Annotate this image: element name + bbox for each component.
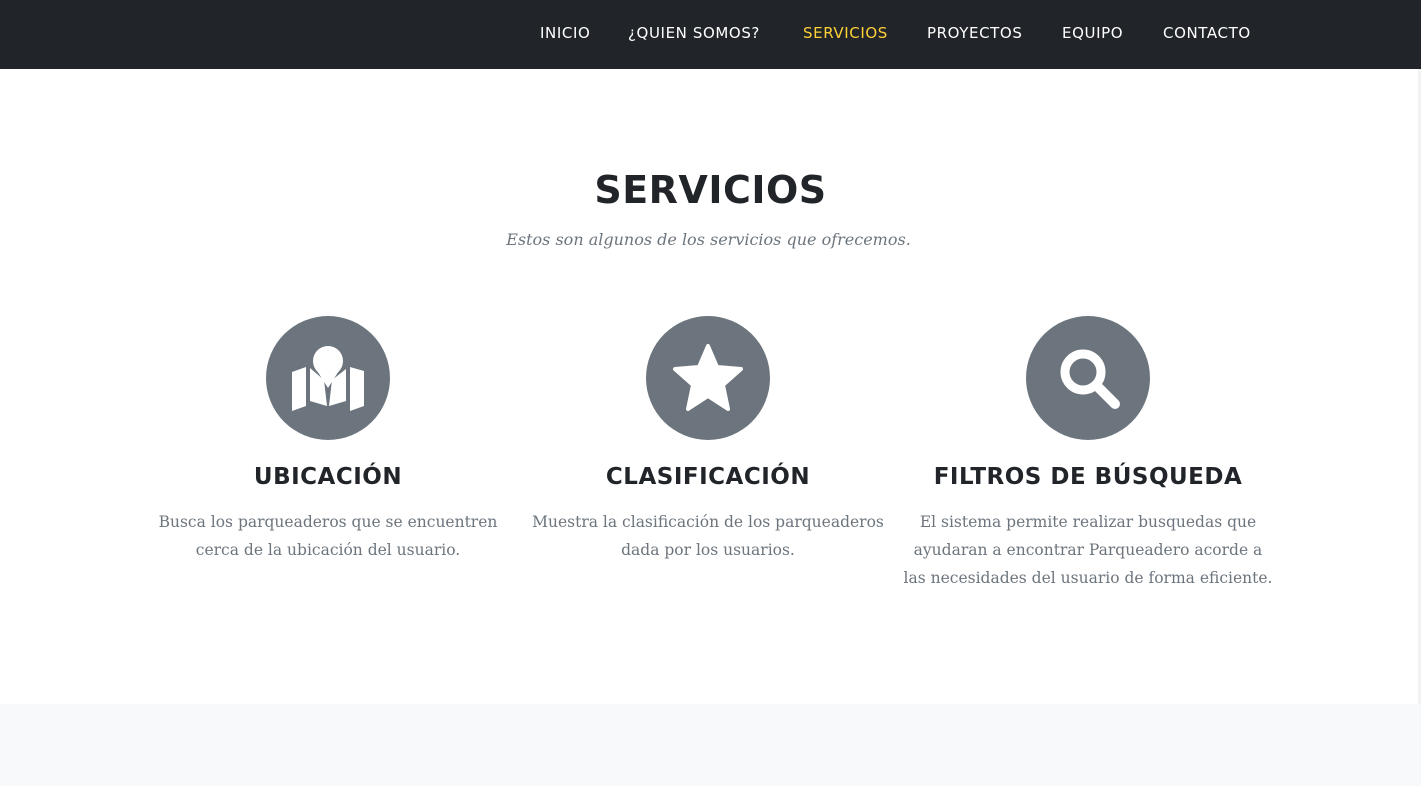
nav-link-inicio[interactable]: INICIO: [540, 24, 590, 42]
map-marker-icon: [266, 316, 390, 440]
description-line: ayudaran a encontrar Parqueadero acorde …: [913, 541, 1263, 559]
description-line: dada por los usuarios.: [621, 541, 795, 559]
star-icon: [646, 316, 770, 440]
service-title: FILTROS DE BÚSQUEDA: [933, 464, 1243, 490]
description-line: El sistema permite realizar busquedas qu…: [919, 513, 1257, 531]
service-title: CLASIFICACIÓN: [605, 464, 811, 490]
description-line: las necesidades del usuario de forma efi…: [903, 569, 1273, 587]
service-description: Muestra la clasificación de los parquead…: [518, 508, 898, 564]
section-subtitle: Estos son algunos de los servicios que o…: [506, 230, 911, 249]
description-line: cerca de la ubicación del usuario.: [195, 541, 461, 559]
nav-link-quien-somos[interactable]: ¿QUIEN SOMOS?: [628, 24, 760, 42]
section-title: SERVICIOS: [594, 168, 827, 212]
service-description: El sistema permite realizar busquedas qu…: [898, 508, 1278, 592]
description-line: Muestra la clasificación de los parquead…: [532, 513, 884, 531]
next-section: [0, 704, 1421, 786]
search-icon: [1026, 316, 1150, 440]
service-title: UBICACIÓN: [253, 464, 403, 490]
description-line: Busca los parqueaderos que se encuentren: [158, 513, 498, 531]
nav-link-proyectos[interactable]: PROYECTOS: [927, 24, 1022, 42]
service-description: Busca los parqueaderos que se encuentren…: [138, 508, 518, 564]
nav-link-servicios[interactable]: SERVICIOS: [803, 24, 888, 42]
nav-link-contacto[interactable]: CONTACTO: [1163, 24, 1251, 42]
nav-link-equipo[interactable]: EQUIPO: [1062, 24, 1123, 42]
navbar: INICIO ¿QUIEN SOMOS? SERVICIOS PROYECTOS…: [0, 0, 1421, 69]
